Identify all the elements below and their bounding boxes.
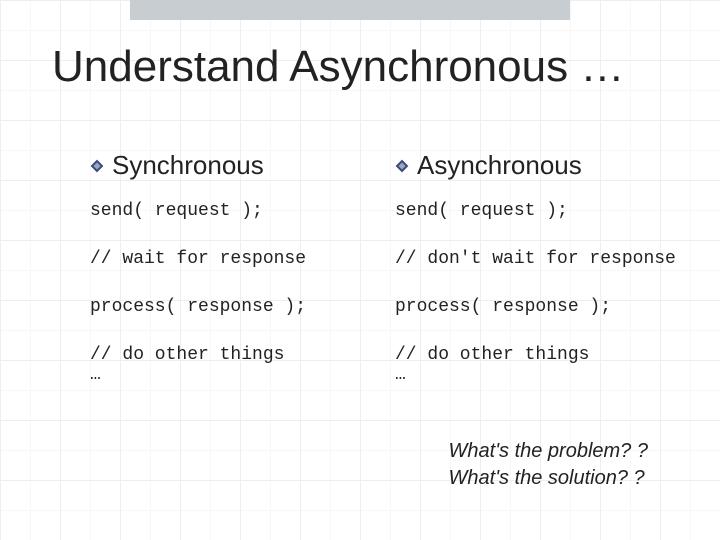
- column-heading: Synchronous: [112, 150, 264, 181]
- question-block: What's the problem? ? What's the solutio…: [449, 438, 648, 492]
- slide: Understand Asynchronous … Synchronous se…: [0, 0, 720, 540]
- code-line: send( request );: [395, 201, 690, 221]
- code-line: // wait for response: [90, 249, 385, 269]
- heading-row: Asynchronous: [395, 150, 690, 181]
- question-text: What's the solution? ?: [449, 465, 648, 492]
- column-asynchronous: Asynchronous send( request ); // don't w…: [395, 150, 690, 413]
- column-synchronous: Synchronous send( request ); // wait for…: [90, 150, 385, 413]
- code-block-synchronous: send( request ); // wait for response pr…: [90, 201, 385, 385]
- slide-title: Understand Asynchronous …: [52, 42, 624, 92]
- diamond-bullet-icon: [90, 159, 104, 173]
- diamond-bullet-icon: [395, 159, 409, 173]
- top-bar-accent: [130, 0, 570, 20]
- code-line: // do other things …: [395, 345, 690, 385]
- question-text: What's the problem? ?: [449, 438, 648, 465]
- code-line: send( request );: [90, 201, 385, 221]
- columns: Synchronous send( request ); // wait for…: [90, 150, 690, 413]
- code-block-asynchronous: send( request ); // don't wait for respo…: [395, 201, 690, 385]
- heading-row: Synchronous: [90, 150, 385, 181]
- code-line: // don't wait for response: [395, 249, 690, 269]
- code-line: process( response );: [90, 297, 385, 317]
- column-heading: Asynchronous: [417, 150, 582, 181]
- code-line: // do other things …: [90, 345, 385, 385]
- code-line: process( response );: [395, 297, 690, 317]
